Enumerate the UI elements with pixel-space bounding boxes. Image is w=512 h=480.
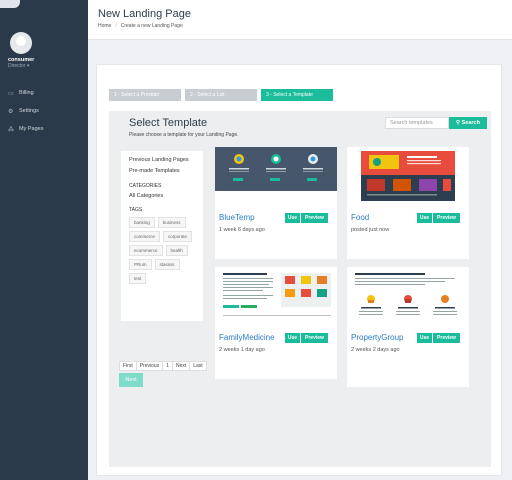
step-select-list[interactable]: 2 - Select a List — [185, 89, 257, 101]
sidebar-item-my-pages[interactable]: ⁂ My Pages — [0, 120, 88, 138]
use-button[interactable]: Use — [285, 213, 300, 223]
search-input[interactable]: Search templates — [385, 117, 449, 129]
template-thumbnail[interactable] — [215, 267, 337, 329]
page-first[interactable]: First — [119, 361, 137, 371]
sitemap-icon: ⁂ — [8, 126, 14, 133]
categories-heading: CATEGORIES — [129, 183, 162, 189]
tag[interactable]: business — [157, 217, 186, 228]
breadcrumb: Home / Create a new Landing Page — [98, 23, 183, 29]
panel-title: Select Template — [129, 117, 208, 129]
page-last[interactable]: Last — [189, 361, 207, 371]
page-title: New Landing Page — [98, 8, 191, 20]
template-card: PropertyGroup 2 weeks 2 days ago Use Pre… — [347, 267, 469, 387]
template-panel: Select Template Please choose a template… — [109, 111, 491, 467]
template-card: Food posted just now Use Preview — [347, 147, 469, 259]
preview-button[interactable]: Preview — [432, 333, 460, 343]
step-select-template[interactable]: 3 - Select a Template — [261, 89, 333, 101]
filter-previous-pages[interactable]: Previous Landing Pages — [129, 157, 195, 164]
wizard-card: 1 - Select a Provider 2 - Select a List … — [96, 64, 502, 476]
tag[interactable]: corporate — [163, 231, 193, 242]
sidebar-item-label: My Pages — [19, 126, 44, 132]
breadcrumb-home[interactable]: Home — [98, 23, 111, 29]
tag[interactable]: health — [165, 245, 188, 256]
use-button[interactable]: Use — [285, 333, 300, 343]
template-date: 2 weeks 1 day ago — [219, 347, 265, 353]
page-previous[interactable]: Previous — [135, 361, 164, 371]
template-name[interactable]: FamilyMedicine — [219, 333, 275, 342]
tags-heading: TAGS — [129, 207, 143, 213]
next-button[interactable]: Next — [119, 373, 143, 387]
template-name[interactable]: BlueTemp — [219, 213, 255, 222]
tag-list: banking business commerce corporate ecom… — [129, 217, 195, 284]
sidebar-nav: ▭ Billing ⚙ Settings ⁂ My Pages — [0, 84, 88, 138]
page-next[interactable]: Next — [171, 361, 191, 371]
template-thumbnail[interactable] — [347, 267, 469, 329]
step-select-provider[interactable]: 1 - Select a Provider — [109, 89, 181, 101]
sidebar-item-billing[interactable]: ▭ Billing — [0, 84, 88, 102]
template-card: BlueTemp 1 week 6 days ago Use Preview — [215, 147, 337, 259]
sidebar-item-label: Billing — [19, 90, 34, 96]
template-thumbnail[interactable] — [347, 147, 469, 209]
sidebar: consumer Director ▾ ▭ Billing ⚙ Settings… — [0, 0, 88, 480]
sidebar-item-label: Settings — [19, 108, 39, 114]
sidebar-item-settings[interactable]: ⚙ Settings — [0, 102, 88, 120]
template-name[interactable]: PropertyGroup — [351, 333, 403, 342]
preview-button[interactable]: Preview — [300, 333, 328, 343]
tag[interactable]: ecommerce — [129, 245, 163, 256]
search-button-label: Search — [461, 120, 480, 126]
gear-icon: ⚙ — [8, 108, 14, 115]
tag[interactable]: PRum — [129, 259, 152, 270]
credit-card-icon: ▭ — [8, 90, 14, 97]
category-all[interactable]: All Categories — [129, 193, 195, 199]
template-thumbnail[interactable] — [215, 147, 337, 209]
logo[interactable] — [0, 0, 20, 8]
filter-premade-templates[interactable]: Pre-made Templates — [129, 168, 195, 175]
template-name[interactable]: Food — [351, 213, 369, 222]
avatar[interactable] — [10, 32, 32, 54]
tag[interactable]: banking — [129, 217, 155, 228]
tag[interactable]: commerce — [129, 231, 161, 242]
user-role-dropdown[interactable]: Director ▾ — [8, 63, 29, 69]
breadcrumb-current: Create a new Landing Page — [120, 23, 183, 29]
tag[interactable]: stassss — [154, 259, 180, 270]
template-date: 2 weeks 2 days ago — [351, 347, 400, 353]
template-date: 1 week 6 days ago — [219, 227, 265, 233]
pagination: First Previous 1 Next Last — [119, 361, 207, 371]
wizard-steps: 1 - Select a Provider 2 - Select a List … — [109, 89, 333, 101]
preview-button[interactable]: Preview — [300, 213, 328, 223]
preview-button[interactable]: Preview — [432, 213, 460, 223]
template-date: posted just now — [351, 227, 390, 233]
use-button[interactable]: Use — [417, 333, 432, 343]
panel-subtitle: Please choose a template for your Landin… — [129, 132, 239, 138]
search-button[interactable]: ⚲ Search — [449, 117, 487, 129]
template-card: FamilyMedicine 2 weeks 1 day ago Use Pre… — [215, 267, 337, 379]
tag[interactable]: test — [129, 273, 147, 284]
filter-panel: Previous Landing Pages Pre-made Template… — [121, 151, 203, 321]
page-header: New Landing Page Home / Create a new Landi… — [88, 0, 512, 40]
use-button[interactable]: Use — [417, 213, 432, 223]
